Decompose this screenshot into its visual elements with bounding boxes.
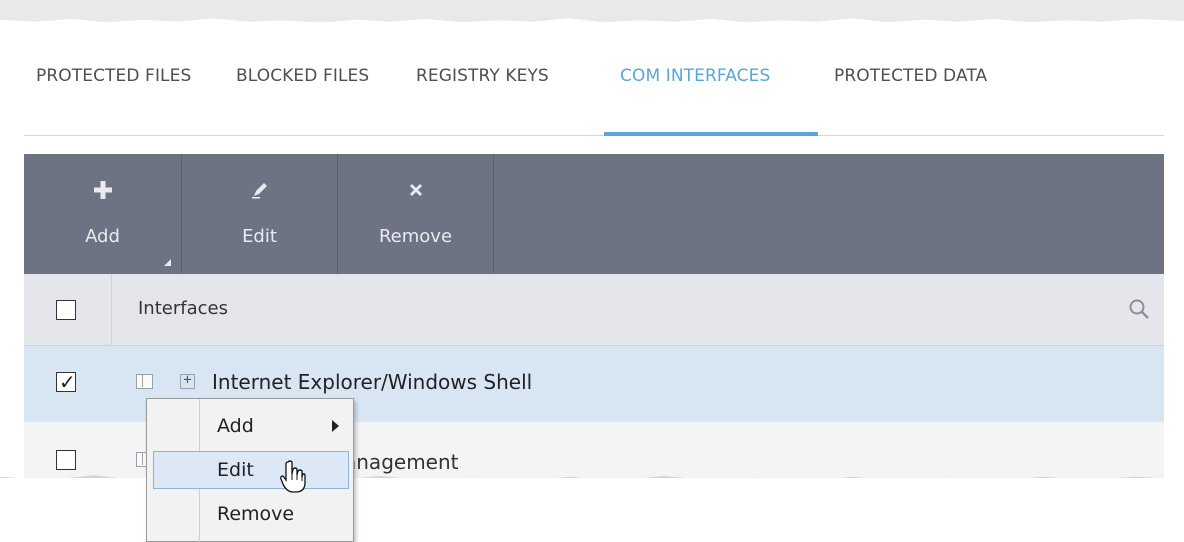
menu-item-add[interactable]: Add: [153, 407, 349, 445]
menu-item-edit[interactable]: Edit: [153, 451, 349, 489]
tab-registry-keys[interactable]: REGISTRY KEYS: [416, 66, 549, 86]
menu-item-edit-label: Edit: [217, 459, 254, 481]
tab-protected-data[interactable]: PROTECTED DATA: [834, 66, 987, 86]
tab-bar: PROTECTED FILES BLOCKED FILES REGISTRY K…: [24, 40, 1164, 136]
tab-com-interfaces[interactable]: COM INTERFACES: [620, 66, 770, 86]
plus-icon: [24, 178, 181, 202]
toolbar: Add Edit Remove: [24, 154, 1164, 274]
x-icon: [338, 178, 493, 202]
torn-edge-top: [0, 0, 1184, 22]
folder-icon: [136, 374, 153, 389]
hand-cursor-icon: [280, 460, 306, 493]
select-all-checkbox[interactable]: [56, 300, 76, 320]
menu-item-remove[interactable]: Remove: [153, 495, 349, 533]
select-all-cell: [24, 274, 112, 346]
expand-icon[interactable]: +: [180, 373, 195, 389]
edit-button-label: Edit: [242, 226, 277, 247]
remove-button-label: Remove: [378, 226, 453, 247]
checkmark-icon: ✓: [59, 370, 76, 394]
tab-protected-files[interactable]: PROTECTED FILES: [36, 66, 191, 86]
edit-button[interactable]: Edit: [182, 154, 338, 274]
remove-button[interactable]: Remove: [338, 154, 494, 274]
column-header-interfaces[interactable]: Interfaces: [138, 298, 228, 319]
menu-item-remove-label: Remove: [217, 503, 295, 525]
tab-blocked-files[interactable]: BLOCKED FILES: [236, 66, 369, 86]
add-button-label: Add: [85, 226, 120, 247]
context-menu: Add Edit Remove: [146, 398, 354, 542]
submenu-arrow-icon: [332, 420, 339, 432]
add-button[interactable]: Add: [24, 154, 182, 274]
row-label: Internet Explorer/Windows Shell: [212, 370, 533, 394]
pencil-icon: [182, 178, 337, 202]
menu-item-add-label: Add: [217, 415, 254, 437]
dropdown-corner-icon: [164, 259, 171, 266]
search-icon[interactable]: [1128, 298, 1150, 320]
table-header: Interfaces: [24, 274, 1164, 346]
row-checkbox[interactable]: [56, 450, 76, 470]
active-tab-indicator: [604, 132, 818, 136]
row-label: anagement: [344, 450, 459, 474]
